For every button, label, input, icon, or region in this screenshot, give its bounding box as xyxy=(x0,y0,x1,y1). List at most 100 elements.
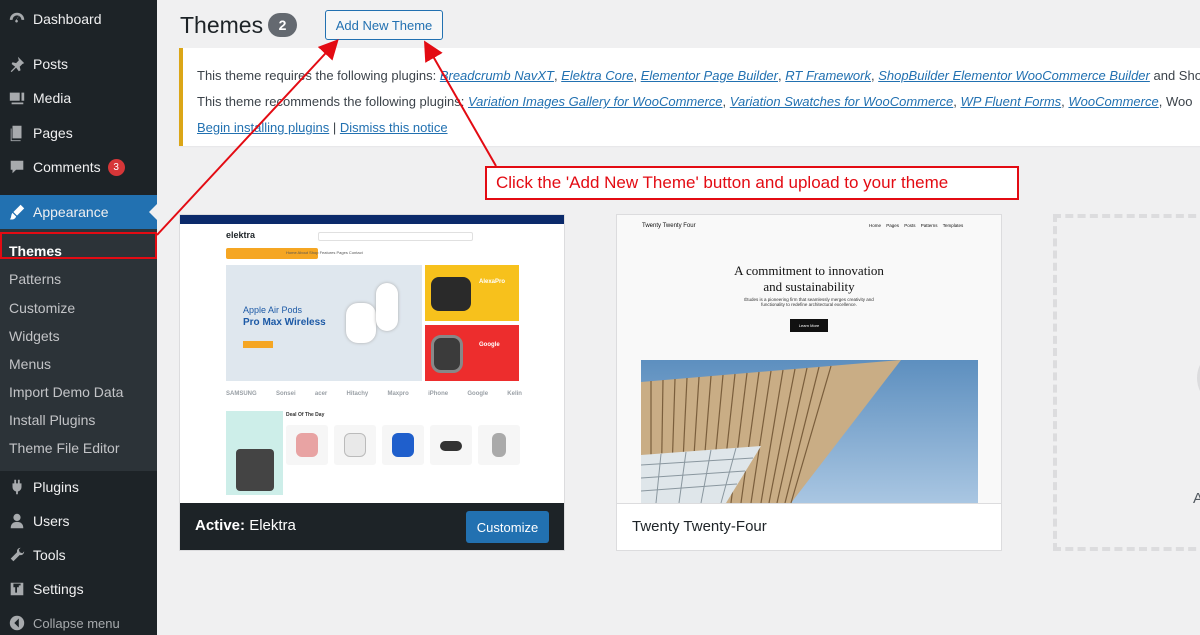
sidebar-item-media[interactable]: Media xyxy=(0,85,157,111)
airpod-image xyxy=(376,283,398,331)
theme-screenshot: elektra Home About Shop Features Pages C… xyxy=(180,215,564,503)
required-plugins-line: This theme requires the following plugin… xyxy=(197,68,1200,83)
preview-button: Learn More xyxy=(790,319,828,332)
sidebar-item-settings[interactable]: Settings xyxy=(0,576,157,602)
submenu-item-customize[interactable]: Customize xyxy=(9,300,75,316)
users-icon xyxy=(6,511,28,531)
preview-logo: elektra xyxy=(226,230,256,240)
comments-icon xyxy=(6,157,28,177)
sidebar-item-label: Media xyxy=(33,90,72,106)
brand-logo: Google xyxy=(467,391,489,397)
submenu-item-widgets[interactable]: Widgets xyxy=(9,328,60,344)
product-thumb xyxy=(286,425,328,465)
watch-image xyxy=(431,335,463,373)
headline-line1: A commitment to innovation xyxy=(734,263,884,278)
sidebar-item-label: Settings xyxy=(33,581,84,597)
active-label: Active: xyxy=(195,517,246,534)
instruction-callout: Click the 'Add New Theme' button and upl… xyxy=(485,166,1019,200)
plugin-link[interactable]: WP Fluent Forms xyxy=(961,94,1062,109)
airpod-image xyxy=(346,303,376,343)
deal-banner xyxy=(226,411,283,495)
customize-button[interactable]: Customize xyxy=(466,511,549,543)
product-thumb xyxy=(430,425,472,465)
architecture-photo xyxy=(641,360,978,503)
collapse-menu-button[interactable]: Collapse menu xyxy=(0,610,157,635)
preview-brand: Twenty Twenty Four xyxy=(642,223,696,229)
brand-logo: Hitachy xyxy=(346,391,369,397)
headline-line2: and sustainability xyxy=(763,279,855,294)
add-new-theme-button[interactable]: Add New Theme xyxy=(325,10,443,40)
promo-title: Google xyxy=(479,342,500,348)
sidebar-item-label: Dashboard xyxy=(33,11,102,27)
sidebar-item-users[interactable]: Users xyxy=(0,508,157,534)
preview-headline: A commitment to innovation and sustainab… xyxy=(617,263,1001,295)
sidebar-item-label: Pages xyxy=(33,125,73,141)
brand-logo: Kelin xyxy=(507,391,522,397)
brand-logo: iPhone xyxy=(428,391,449,397)
theme-name: Active: Elektra xyxy=(195,517,296,534)
deal-title: Deal Of The Day xyxy=(286,412,325,418)
plugin-link[interactable]: Breadcrumb NavXT xyxy=(440,68,554,83)
page-title: Themes xyxy=(180,12,264,38)
preview-search xyxy=(318,232,473,241)
notice-actions: Begin installing plugins | Dismiss this … xyxy=(197,120,448,135)
promo-google: Google xyxy=(425,325,519,381)
preview-nav: Home About Shop Features Pages Contact xyxy=(286,250,363,255)
submenu-item-install-plugins[interactable]: Install Plugins xyxy=(9,412,95,428)
plugin-link[interactable]: Elementor Page Builder xyxy=(641,68,778,83)
plugin-link[interactable]: RT Framework xyxy=(785,68,871,83)
pin-icon xyxy=(6,54,28,74)
sidebar-item-label: Posts xyxy=(33,56,69,72)
plugin-link[interactable]: ShopBuilder Elementor WooCommerce Builde… xyxy=(878,68,1150,83)
dismiss-notice-link[interactable]: Dismiss this notice xyxy=(340,120,448,135)
plugin-link[interactable]: WooCommerce xyxy=(1068,94,1158,109)
sidebar-item-comments[interactable]: Comments 3 xyxy=(0,154,157,180)
add-new-theme-card[interactable]: A xyxy=(1053,214,1200,551)
theme-name: Twenty Twenty-Four xyxy=(632,518,767,535)
plugin-link[interactable]: Variation Images Gallery for WooCommerce xyxy=(468,94,723,109)
pages-icon xyxy=(6,123,28,143)
sidebar-item-label: Appearance xyxy=(33,204,109,220)
brand-logo: acer xyxy=(314,391,328,397)
theme-card-twenty-twenty-four[interactable]: Twenty Twenty Four Home Pages Posts Patt… xyxy=(616,214,1002,551)
washer-image xyxy=(236,449,274,491)
sidebar-item-label: Comments xyxy=(33,159,101,175)
brand-logo: SAMSUNG xyxy=(226,391,257,397)
recommended-plugins-line: This theme recommends the following plug… xyxy=(197,94,1193,109)
settings-icon xyxy=(6,579,28,599)
product-thumb xyxy=(382,425,424,465)
dashboard-icon xyxy=(6,9,28,29)
submenu-item-patterns[interactable]: Patterns xyxy=(9,271,61,287)
sidebar-item-dashboard[interactable]: Dashboard xyxy=(0,6,157,32)
brand-logo: Sonsei xyxy=(275,391,296,397)
plugins-icon xyxy=(6,477,28,497)
submenu-item-menus[interactable]: Menus xyxy=(9,356,51,372)
theme-card-footer: Active: Elektra Customize xyxy=(180,503,564,550)
sidebar-item-plugins[interactable]: Plugins xyxy=(0,474,157,500)
preview-nav: Home Pages Posts Patterns Templates xyxy=(869,223,964,228)
submenu-item-import-demo-data[interactable]: Import Demo Data xyxy=(9,384,123,400)
plugin-link[interactable]: Variation Swatches for WooCommerce xyxy=(730,94,954,109)
preview-brands: SAMSUNG Sonsei acer Hitachy Maxpro iPhon… xyxy=(226,391,522,397)
sidebar-item-label: Tools xyxy=(33,547,66,563)
comments-count-badge: 3 xyxy=(107,158,125,176)
product-thumb xyxy=(334,425,376,465)
sidebar-item-pages[interactable]: Pages xyxy=(0,120,157,146)
active-theme-name: Elektra xyxy=(249,517,296,534)
sidebar-item-tools[interactable]: Tools xyxy=(0,542,157,568)
preview-subtext: Études is a pioneering firm that seamles… xyxy=(744,297,874,307)
tools-icon xyxy=(6,545,28,565)
collapse-icon xyxy=(6,613,28,633)
theme-card-elektra[interactable]: elektra Home About Shop Features Pages C… xyxy=(179,214,565,551)
preview-topbar xyxy=(180,215,564,224)
theme-screenshot: Twenty Twenty Four Home Pages Posts Patt… xyxy=(617,215,1001,503)
sidebar-item-appearance[interactable]: Appearance xyxy=(0,195,157,229)
appearance-icon xyxy=(6,202,28,222)
theme-count-badge: 2 xyxy=(268,13,297,37)
sidebar-item-label: Users xyxy=(33,513,70,529)
plugin-link[interactable]: Elektra Core xyxy=(561,68,633,83)
begin-installing-link[interactable]: Begin installing plugins xyxy=(197,120,329,135)
submenu-item-theme-file-editor[interactable]: Theme File Editor xyxy=(9,440,119,456)
sidebar-item-posts[interactable]: Posts xyxy=(0,51,157,77)
sidebar-item-label: Collapse menu xyxy=(33,615,120,631)
